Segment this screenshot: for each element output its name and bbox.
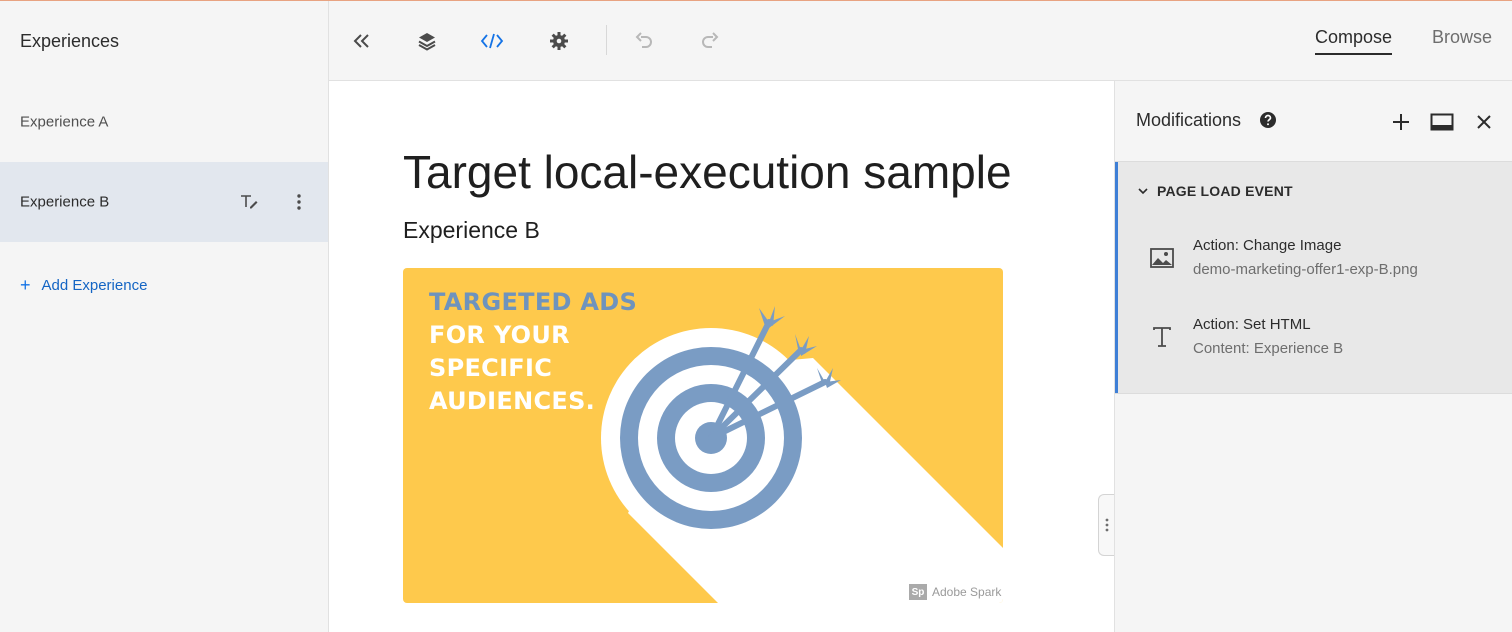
gear-icon[interactable] xyxy=(547,29,571,53)
tab-compose[interactable]: Compose xyxy=(1315,27,1393,55)
experience-label: Experience A xyxy=(20,113,109,131)
page-heading[interactable]: Target local-execution sample xyxy=(403,145,1012,199)
image-icon xyxy=(1149,245,1175,271)
banner-line: AUDIENCES. xyxy=(429,387,596,415)
action-detail: Content: Experience B xyxy=(1193,340,1344,357)
banner-headline: TARGETED ADS FOR YOUR SPECIFIC AUDIENCES… xyxy=(429,286,637,418)
modification-set-html[interactable]: Action: Set HTML Content: Experience B xyxy=(1115,316,1512,386)
experience-label: Experience B xyxy=(20,193,110,211)
experience-item-a[interactable]: Experience A xyxy=(0,82,328,162)
layers-icon[interactable] xyxy=(415,29,439,53)
banner-line: SPECIFIC xyxy=(429,354,553,382)
adobe-spark-logo-icon: Sp xyxy=(909,584,927,600)
rename-icon[interactable] xyxy=(239,192,259,212)
toolbar-divider xyxy=(606,25,607,55)
sidebar-title: Experiences xyxy=(20,31,120,51)
page-preview-canvas[interactable]: Target local-execution sample Experience… xyxy=(329,81,1114,632)
panel-resize-handle[interactable] xyxy=(1098,494,1114,556)
add-experience-label: Add Experience xyxy=(41,276,148,294)
experience-item-b[interactable]: Experience B xyxy=(0,162,328,242)
help-icon[interactable] xyxy=(1259,111,1277,129)
undo-icon[interactable] xyxy=(632,29,656,53)
plus-icon: + xyxy=(20,275,31,295)
experiences-sidebar: Experiences Experience A Experience B + … xyxy=(0,1,329,632)
banner-line: FOR YOUR xyxy=(429,321,570,349)
action-title: Action: Change Image xyxy=(1193,237,1342,254)
banner-line: TARGETED ADS xyxy=(429,288,638,316)
chevron-down-icon xyxy=(1138,188,1148,195)
page-load-event-group: PAGE LOAD EVENT Action: Change Image dem… xyxy=(1115,161,1512,394)
tab-browse[interactable]: Browse xyxy=(1432,27,1492,48)
adobe-spark-label: Adobe Spark xyxy=(932,585,1002,599)
group-label: PAGE LOAD EVENT xyxy=(1157,183,1293,199)
editor-toolbar: Compose Browse xyxy=(329,1,1512,81)
action-title: Action: Set HTML xyxy=(1193,316,1311,333)
action-detail: demo-marketing-offer1-exp-B.png xyxy=(1193,261,1418,278)
page-subheading[interactable]: Experience B xyxy=(403,217,540,244)
text-icon xyxy=(1149,324,1175,350)
modification-change-image[interactable]: Action: Change Image demo-marketing-offe… xyxy=(1115,237,1512,307)
collapse-left-icon[interactable] xyxy=(349,29,373,53)
device-preview-icon[interactable] xyxy=(1430,110,1454,134)
redo-icon[interactable] xyxy=(698,29,722,53)
modifications-title: Modifications xyxy=(1136,110,1242,130)
drag-handle-icon xyxy=(1105,518,1108,532)
page-load-event-toggle[interactable]: PAGE LOAD EVENT xyxy=(1137,183,1293,199)
add-experience-button[interactable]: + Add Experience xyxy=(20,274,147,296)
code-icon[interactable] xyxy=(480,29,504,53)
modifications-panel: Modifications PAGE LOAD EVENT Action: Ch… xyxy=(1114,81,1512,632)
adobe-spark-watermark: Sp Adobe Spark xyxy=(909,584,1001,600)
targeted-ads-banner-image[interactable]: TARGETED ADS FOR YOUR SPECIFIC AUDIENCES… xyxy=(403,268,1003,603)
more-options-icon[interactable] xyxy=(291,192,307,212)
add-modification-icon[interactable] xyxy=(1389,110,1413,134)
close-icon[interactable] xyxy=(1472,110,1496,134)
